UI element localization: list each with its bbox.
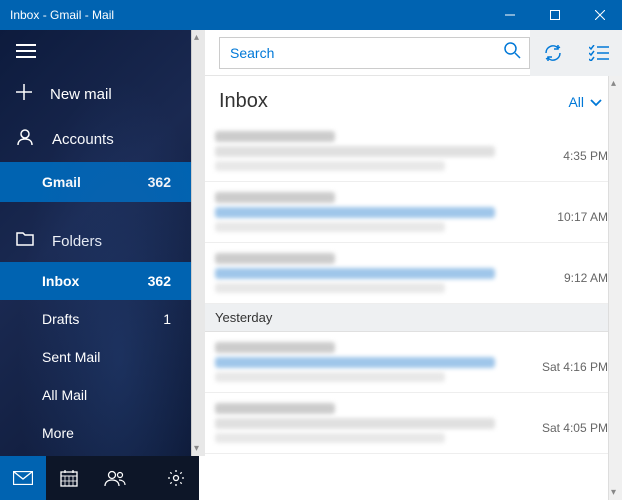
bottom-bar bbox=[0, 456, 199, 500]
message-item[interactable]: Sat 4:16 PM bbox=[199, 332, 622, 393]
message-time: Sat 4:05 PM bbox=[542, 403, 608, 435]
message-sender bbox=[215, 342, 335, 353]
titlebar: Inbox - Gmail - Mail bbox=[0, 0, 622, 30]
message-subject bbox=[215, 357, 495, 368]
folder-all-mail[interactable]: All Mail bbox=[0, 376, 199, 414]
accounts-label: Accounts bbox=[52, 131, 114, 148]
filter-dropdown[interactable]: All bbox=[568, 94, 602, 110]
folder-count: 362 bbox=[148, 273, 171, 289]
window-title: Inbox - Gmail - Mail bbox=[10, 8, 487, 22]
message-sender bbox=[215, 131, 335, 142]
close-button[interactable] bbox=[577, 0, 622, 30]
folder-name: More bbox=[42, 425, 74, 441]
new-mail-label: New mail bbox=[50, 86, 112, 103]
main-scrollbar[interactable] bbox=[608, 76, 622, 500]
folder-name: Drafts bbox=[42, 311, 79, 327]
settings-button[interactable] bbox=[153, 456, 199, 500]
message-subject bbox=[215, 268, 495, 279]
chevron-down-icon bbox=[590, 94, 602, 110]
folders-section[interactable]: Folders bbox=[0, 220, 199, 262]
message-time: 10:17 AM bbox=[557, 192, 608, 224]
maximize-button[interactable] bbox=[532, 0, 577, 30]
account-name: Gmail bbox=[42, 174, 81, 190]
message-time: Sat 4:16 PM bbox=[542, 342, 608, 374]
folders-label: Folders bbox=[52, 233, 102, 250]
search-icon[interactable] bbox=[503, 41, 521, 64]
account-gmail[interactable]: Gmail 362 bbox=[0, 162, 199, 202]
new-mail-button[interactable]: New mail bbox=[0, 72, 199, 116]
accounts-section[interactable]: Accounts bbox=[0, 116, 199, 162]
folder-name: All Mail bbox=[42, 387, 87, 403]
folder-name: Sent Mail bbox=[42, 349, 100, 365]
message-preview bbox=[215, 433, 445, 443]
main-pane: Inbox All 4:35 PM 10:17 AM 9:12 AM Yesterda… bbox=[199, 30, 622, 500]
folder-count: 1 bbox=[163, 311, 171, 327]
folder-more[interactable]: More bbox=[0, 414, 199, 452]
message-item[interactable]: 10:17 AM bbox=[199, 182, 622, 243]
person-icon bbox=[16, 128, 34, 150]
message-item[interactable]: 9:12 AM bbox=[199, 243, 622, 304]
account-count: 362 bbox=[148, 174, 171, 190]
message-preview bbox=[215, 161, 445, 171]
folder-sent-mail[interactable]: Sent Mail bbox=[0, 338, 199, 376]
sidebar-scrollbar[interactable] bbox=[191, 30, 205, 456]
message-preview bbox=[215, 222, 445, 232]
page-title: Inbox bbox=[219, 90, 268, 113]
people-tab[interactable] bbox=[92, 456, 138, 500]
search-input[interactable] bbox=[230, 45, 503, 61]
message-subject bbox=[215, 418, 495, 429]
plus-icon bbox=[16, 84, 32, 104]
sidebar: New mail Accounts Gmail 362 Folders Inbo… bbox=[0, 30, 199, 500]
search-box[interactable] bbox=[219, 37, 530, 69]
folder-inbox[interactable]: Inbox 362 bbox=[0, 262, 199, 300]
message-item[interactable]: 4:35 PM bbox=[199, 121, 622, 182]
message-sender bbox=[215, 253, 335, 264]
hamburger-button[interactable] bbox=[0, 30, 199, 72]
message-sender bbox=[215, 192, 335, 203]
day-header: Yesterday bbox=[199, 304, 622, 332]
message-preview bbox=[215, 372, 445, 382]
filter-label: All bbox=[568, 94, 584, 110]
minimize-button[interactable] bbox=[487, 0, 532, 30]
message-subject bbox=[215, 207, 495, 218]
message-item[interactable]: Sat 4:05 PM bbox=[199, 393, 622, 454]
message-time: 4:35 PM bbox=[563, 131, 608, 163]
message-preview bbox=[215, 283, 445, 293]
mail-tab[interactable] bbox=[0, 456, 46, 500]
folder-name: Inbox bbox=[42, 273, 79, 289]
message-list: 4:35 PM 10:17 AM 9:12 AM Yesterday Sat 4:16 … bbox=[199, 121, 622, 500]
select-mode-button[interactable] bbox=[576, 30, 622, 76]
message-time: 9:12 AM bbox=[564, 253, 608, 285]
sync-button[interactable] bbox=[530, 30, 576, 76]
message-subject bbox=[215, 146, 495, 157]
folder-icon bbox=[16, 232, 34, 250]
message-sender bbox=[215, 403, 335, 414]
folder-drafts[interactable]: Drafts 1 bbox=[0, 300, 199, 338]
calendar-tab[interactable] bbox=[46, 456, 92, 500]
